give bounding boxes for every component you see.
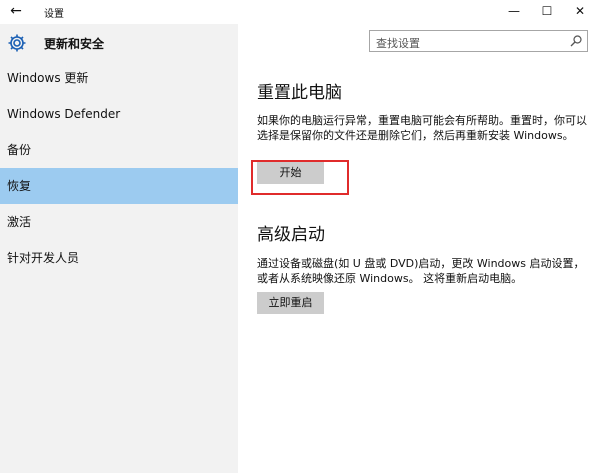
sidebar-item-label: 激活 [7, 215, 32, 229]
sidebar: 更新和安全 Windows 更新 Windows Defender 备份 恢复 … [0, 24, 238, 473]
reset-heading: 重置此电脑 [257, 83, 342, 103]
sidebar-item-activation[interactable]: 激活 [0, 204, 238, 240]
back-arrow-icon: ← [10, 3, 22, 19]
advanced-startup-heading: 高级启动 [257, 225, 325, 245]
minimize-button[interactable]: — [497, 0, 531, 24]
sidebar-item-label: 备份 [7, 143, 32, 157]
reset-description: 如果你的电脑运行异常，重置电脑可能会有所帮助。重置时，你可以选择是保留你的文件还… [257, 114, 587, 142]
title-bar: ← 设置 — ☐ ✕ [0, 0, 599, 24]
sidebar-item-windows-update[interactable]: Windows 更新 [0, 60, 238, 96]
gear-icon [8, 34, 26, 52]
sidebar-item-label: 针对开发人员 [7, 251, 80, 265]
sidebar-item-for-developers[interactable]: 针对开发人员 [0, 240, 238, 276]
sidebar-item-label: 恢复 [7, 179, 32, 193]
section-title: 更新和安全 [44, 37, 105, 51]
maximize-icon: ☐ [541, 4, 553, 18]
main-content: 重置此电脑 如果你的电脑运行异常，重置电脑可能会有所帮助。重置时，你可以选择是保… [238, 24, 599, 473]
maximize-button[interactable]: ☐ [530, 0, 564, 24]
sidebar-item-label: Windows 更新 [7, 71, 89, 85]
advanced-startup-description: 通过设备或磁盘(如 U 盘或 DVD)启动，更改 Windows 启动设置，或者… [257, 257, 585, 285]
sidebar-item-backup[interactable]: 备份 [0, 132, 238, 168]
minimize-icon: — [508, 4, 520, 18]
restart-now-button[interactable]: 立即重启 [257, 292, 324, 314]
close-icon: ✕ [574, 4, 586, 18]
sidebar-item-recovery[interactable]: 恢复 [0, 168, 238, 204]
back-button[interactable]: ← [0, 0, 32, 24]
window-title: 设置 [44, 9, 64, 20]
sidebar-item-windows-defender[interactable]: Windows Defender [0, 96, 238, 132]
sidebar-item-label: Windows Defender [7, 107, 121, 121]
section-header: 更新和安全 [0, 24, 238, 62]
close-button[interactable]: ✕ [563, 0, 597, 24]
annotation-highlight-box [251, 160, 349, 195]
